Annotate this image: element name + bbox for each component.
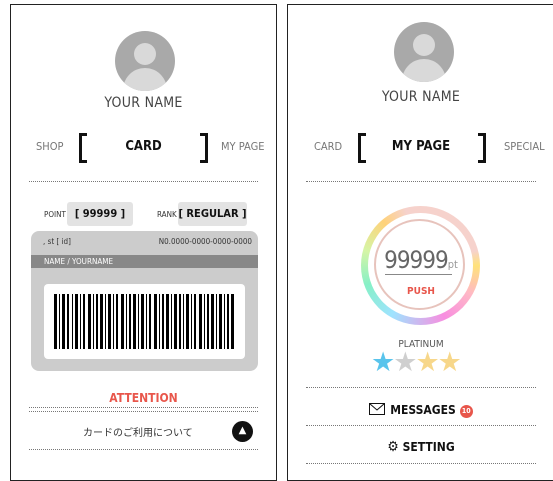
messages-label[interactable]: MESSAGES: [390, 403, 456, 417]
divider: [29, 407, 258, 408]
gear-icon: ⚙: [387, 439, 399, 455]
rank-label: RANK: [157, 210, 177, 219]
barcode: [44, 284, 245, 359]
user-name: YOUR NAME: [104, 95, 183, 111]
divider: [306, 181, 536, 182]
barcode-graphic: [54, 294, 234, 349]
card-screen: YOUR NAME SHOP CARD MY PAGE POINT [ 9999…: [10, 4, 277, 481]
points-value: 99999: [384, 246, 449, 274]
right-bracket: [200, 133, 208, 163]
right-bracket: [478, 133, 486, 163]
avatar-body: [123, 68, 167, 91]
avatar[interactable]: [394, 22, 454, 82]
tab-special[interactable]: SPECIAL: [504, 140, 545, 153]
point-label: POINT: [44, 210, 66, 219]
avatar[interactable]: [115, 31, 175, 91]
avatar-head: [413, 34, 435, 56]
rank-value: [ REGULAR ]: [178, 202, 247, 226]
divider: [29, 181, 258, 182]
divider: [29, 411, 258, 412]
tab-navigation: CARD MY PAGE SPECIAL: [288, 131, 553, 163]
tab-navigation: SHOP CARD MY PAGE: [11, 131, 276, 163]
divider: [306, 463, 536, 464]
chevron-up-icon[interactable]: ▲: [232, 421, 253, 442]
card-usage-text[interactable]: カードのご利用について: [83, 424, 193, 439]
messages-count-badge: 10: [459, 405, 473, 418]
push-button[interactable]: PUSH: [288, 286, 553, 297]
tab-mypage[interactable]: MY PAGE: [221, 140, 264, 153]
card-code: , st [ id]: [43, 237, 71, 246]
card-number: N0.0000-0000-0000-0000: [158, 237, 252, 246]
setting-label[interactable]: SETTING: [403, 440, 455, 454]
divider: [29, 449, 258, 450]
points-unit: pt: [447, 258, 458, 271]
divider: [306, 425, 536, 426]
points-underline: [385, 274, 452, 275]
user-name: YOUR NAME: [381, 89, 461, 105]
star-icon: ★: [415, 347, 439, 378]
points-display: 99999pt: [288, 246, 553, 274]
avatar-head: [134, 43, 156, 65]
setting-menu-item[interactable]: ⚙ SETTING: [288, 439, 553, 455]
star-icon: ★: [393, 347, 417, 378]
star-icon: ★: [437, 347, 462, 378]
divider: [306, 387, 536, 388]
envelope-icon: [369, 403, 386, 415]
attention-heading: ATTENTION: [109, 391, 178, 405]
messages-menu-item[interactable]: MESSAGES 10: [288, 403, 553, 418]
mypage-screen: YOUR NAME CARD MY PAGE SPECIAL 99999pt P…: [287, 4, 553, 481]
card-name-bar: NAME / YOURNAME: [31, 255, 258, 268]
star-icon: ★: [371, 347, 395, 378]
avatar-body: [402, 59, 446, 82]
point-value: [ 99999 ]: [67, 202, 133, 226]
member-card: , st [ id] N0.0000-0000-0000-0000 NAME /…: [31, 231, 258, 371]
rank-stars: ★★★★: [371, 347, 462, 378]
